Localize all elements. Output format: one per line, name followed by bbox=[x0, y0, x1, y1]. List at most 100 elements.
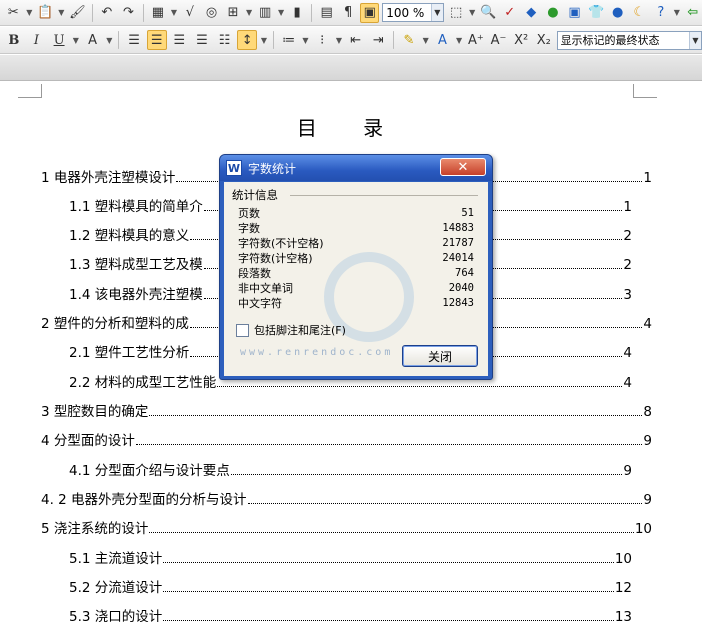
markup-state-select[interactable]: 显示标记的最终状态 ▼ bbox=[556, 30, 702, 50]
web-icon[interactable]: ◆ bbox=[522, 3, 541, 23]
align-center-icon[interactable]: ☰ bbox=[146, 30, 167, 50]
subscript-icon[interactable]: X₂ bbox=[534, 30, 554, 50]
toc-entry[interactable]: 5.2 分流道设计 12 bbox=[69, 576, 632, 596]
toc-entry-page: 2 bbox=[623, 257, 632, 273]
undo-icon[interactable]: ↶ bbox=[98, 3, 117, 23]
increase-indent-icon[interactable]: ⇥ bbox=[368, 30, 388, 50]
find-icon[interactable]: 🔍 bbox=[479, 3, 498, 23]
dialog-titlebar[interactable]: W 字数统计 ✕ bbox=[220, 155, 492, 181]
bullets-icon[interactable]: ⁝ bbox=[312, 30, 332, 50]
moon-icon[interactable]: ☾ bbox=[630, 3, 649, 23]
toc-entry-page: 4 bbox=[643, 316, 652, 332]
toc-leader bbox=[135, 444, 643, 445]
toc-entry[interactable]: 4 分型面的设计 9 bbox=[41, 429, 652, 449]
highlight-dropdown-icon[interactable]: ▼ bbox=[422, 30, 430, 50]
toc-entry-page: 4 bbox=[623, 375, 632, 391]
zoom-select[interactable]: 100 % ▼ bbox=[382, 3, 444, 22]
highlight-icon[interactable]: ✎ bbox=[399, 30, 419, 50]
toc-entry-label: 2.2 材料的成型工艺性能 bbox=[69, 375, 217, 391]
bold-button[interactable]: B bbox=[4, 30, 24, 50]
toc-entry[interactable]: 5 浇注系统的设计 10 bbox=[41, 517, 652, 537]
toc-entry[interactable]: 5.3 浇口的设计 13 bbox=[69, 605, 632, 622]
font-effect-dropdown-icon[interactable]: ▼ bbox=[105, 30, 113, 50]
line-spacing-dropdown-icon[interactable]: ▼ bbox=[260, 30, 268, 50]
green-app-icon[interactable]: ● bbox=[544, 3, 563, 23]
paragraph-mark-icon[interactable]: ¶ bbox=[339, 3, 358, 23]
chevron-down-icon[interactable]: ▼ bbox=[430, 4, 443, 21]
table-dropdown-icon[interactable]: ▼ bbox=[170, 3, 177, 23]
columns-icon[interactable]: ▥ bbox=[256, 3, 275, 23]
insert-table-icon[interactable]: ▦ bbox=[149, 3, 168, 23]
toc-entry-label: 1.1 塑料模具的简单介 bbox=[69, 199, 203, 215]
toc-entry-page: 1 bbox=[643, 170, 652, 186]
toc-entry-label: 1 电器外壳注塑模设计 bbox=[41, 170, 176, 186]
toc-entry-page: 10 bbox=[634, 521, 652, 537]
redo-icon[interactable]: ↷ bbox=[119, 3, 138, 23]
stat-row: 页数 51 bbox=[238, 206, 474, 221]
grid-dropdown-icon[interactable]: ▼ bbox=[245, 3, 252, 23]
align-right-icon[interactable]: ☰ bbox=[170, 30, 190, 50]
formula-icon[interactable]: √ bbox=[181, 3, 200, 23]
paste-dropdown-icon[interactable]: ▼ bbox=[58, 3, 65, 23]
stat-value: 51 bbox=[461, 207, 474, 219]
distribute-icon[interactable]: ☷ bbox=[215, 30, 235, 50]
select-objects-icon[interactable]: ⬚ bbox=[447, 3, 466, 23]
include-footnotes-checkbox[interactable] bbox=[236, 323, 249, 337]
justify-icon[interactable]: ☰ bbox=[192, 30, 212, 50]
bullets-dropdown-icon[interactable]: ▼ bbox=[335, 30, 343, 50]
chevron-down-icon[interactable]: ▼ bbox=[688, 31, 701, 49]
align-left-icon[interactable]: ☰ bbox=[124, 30, 144, 50]
toc-entry[interactable]: 4.1 分型面介绍与设计要点 9 bbox=[69, 459, 632, 479]
dropdown-arrow-icon[interactable]: ▼ bbox=[26, 3, 33, 23]
paste-icon[interactable]: 📋 bbox=[36, 3, 55, 23]
toolbar-separator bbox=[142, 3, 144, 22]
font-effect-icon[interactable]: A bbox=[83, 30, 103, 50]
decrease-indent-icon[interactable]: ⇤ bbox=[346, 30, 366, 50]
toc-leader bbox=[230, 474, 623, 475]
columns-dropdown-icon[interactable]: ▼ bbox=[277, 3, 284, 23]
font-color-dropdown-icon[interactable]: ▼ bbox=[455, 30, 463, 50]
toc-entry-label: 5.2 分流道设计 bbox=[69, 580, 163, 596]
shirt-icon[interactable]: 👕 bbox=[587, 3, 606, 23]
font-color-icon[interactable]: A bbox=[433, 30, 453, 50]
include-footnotes-label: 包括脚注和尾注(F) bbox=[254, 324, 346, 337]
cut-icon[interactable]: ✂ bbox=[4, 3, 23, 23]
close-button[interactable]: 关闭 bbox=[402, 345, 478, 367]
toc-entry-label: 1.3 塑料成型工艺及模 bbox=[69, 257, 203, 273]
toc-entry-label: 1.4 该电器外壳注塑模 bbox=[69, 287, 203, 303]
italic-button[interactable]: I bbox=[27, 30, 47, 50]
chart-icon[interactable]: ▮ bbox=[288, 3, 307, 23]
shrink-font-icon[interactable]: A⁻ bbox=[489, 30, 509, 50]
grid-icon[interactable]: ⊞ bbox=[224, 3, 243, 23]
toc-entry-label: 4. 2 电器外壳分型面的分析与设计 bbox=[41, 492, 247, 508]
toc-entry-page: 13 bbox=[614, 609, 632, 622]
page-title: 目 录 bbox=[296, 116, 404, 140]
chat-icon[interactable]: ● bbox=[608, 3, 627, 23]
toolbar-separator bbox=[393, 31, 395, 49]
underline-dropdown-icon[interactable]: ▼ bbox=[72, 30, 80, 50]
back-arrow-icon[interactable]: ⇦ bbox=[684, 3, 702, 23]
toc-entry[interactable]: 3 型腔数目的确定 8 bbox=[41, 400, 652, 420]
toc-entry[interactable]: 5.1 主流道设计 10 bbox=[69, 547, 632, 567]
numbering-dropdown-icon[interactable]: ▼ bbox=[302, 30, 310, 50]
options-dropdown-icon[interactable]: ▼ bbox=[673, 3, 680, 23]
underline-button[interactable]: U bbox=[49, 30, 69, 50]
select-dropdown-icon[interactable]: ▼ bbox=[468, 3, 475, 23]
toc-entry-page: 8 bbox=[643, 404, 652, 420]
help-book-icon[interactable]: ▣ bbox=[565, 3, 584, 23]
line-spacing-icon[interactable]: ↕ bbox=[237, 30, 258, 50]
close-icon[interactable]: ✕ bbox=[440, 158, 486, 176]
object-icon[interactable]: ◎ bbox=[202, 3, 221, 23]
superscript-icon[interactable]: X² bbox=[511, 30, 531, 50]
include-footnotes-option[interactable]: 包括脚注和尾注(F) bbox=[236, 322, 346, 338]
help-icon[interactable]: ? bbox=[651, 3, 670, 23]
toc-leader bbox=[163, 591, 614, 592]
document-map-icon[interactable]: ▤ bbox=[317, 3, 336, 23]
grow-font-icon[interactable]: A⁺ bbox=[466, 30, 486, 50]
spellcheck-icon[interactable]: ✓ bbox=[500, 3, 519, 23]
show-marks-icon[interactable]: ▣ bbox=[360, 2, 380, 23]
format-painter-icon[interactable]: 🖌 bbox=[68, 3, 87, 23]
toc-leader bbox=[247, 503, 643, 504]
numbering-icon[interactable]: ≔ bbox=[279, 30, 299, 50]
toc-entry[interactable]: 4. 2 电器外壳分型面的分析与设计 9 bbox=[41, 488, 652, 508]
